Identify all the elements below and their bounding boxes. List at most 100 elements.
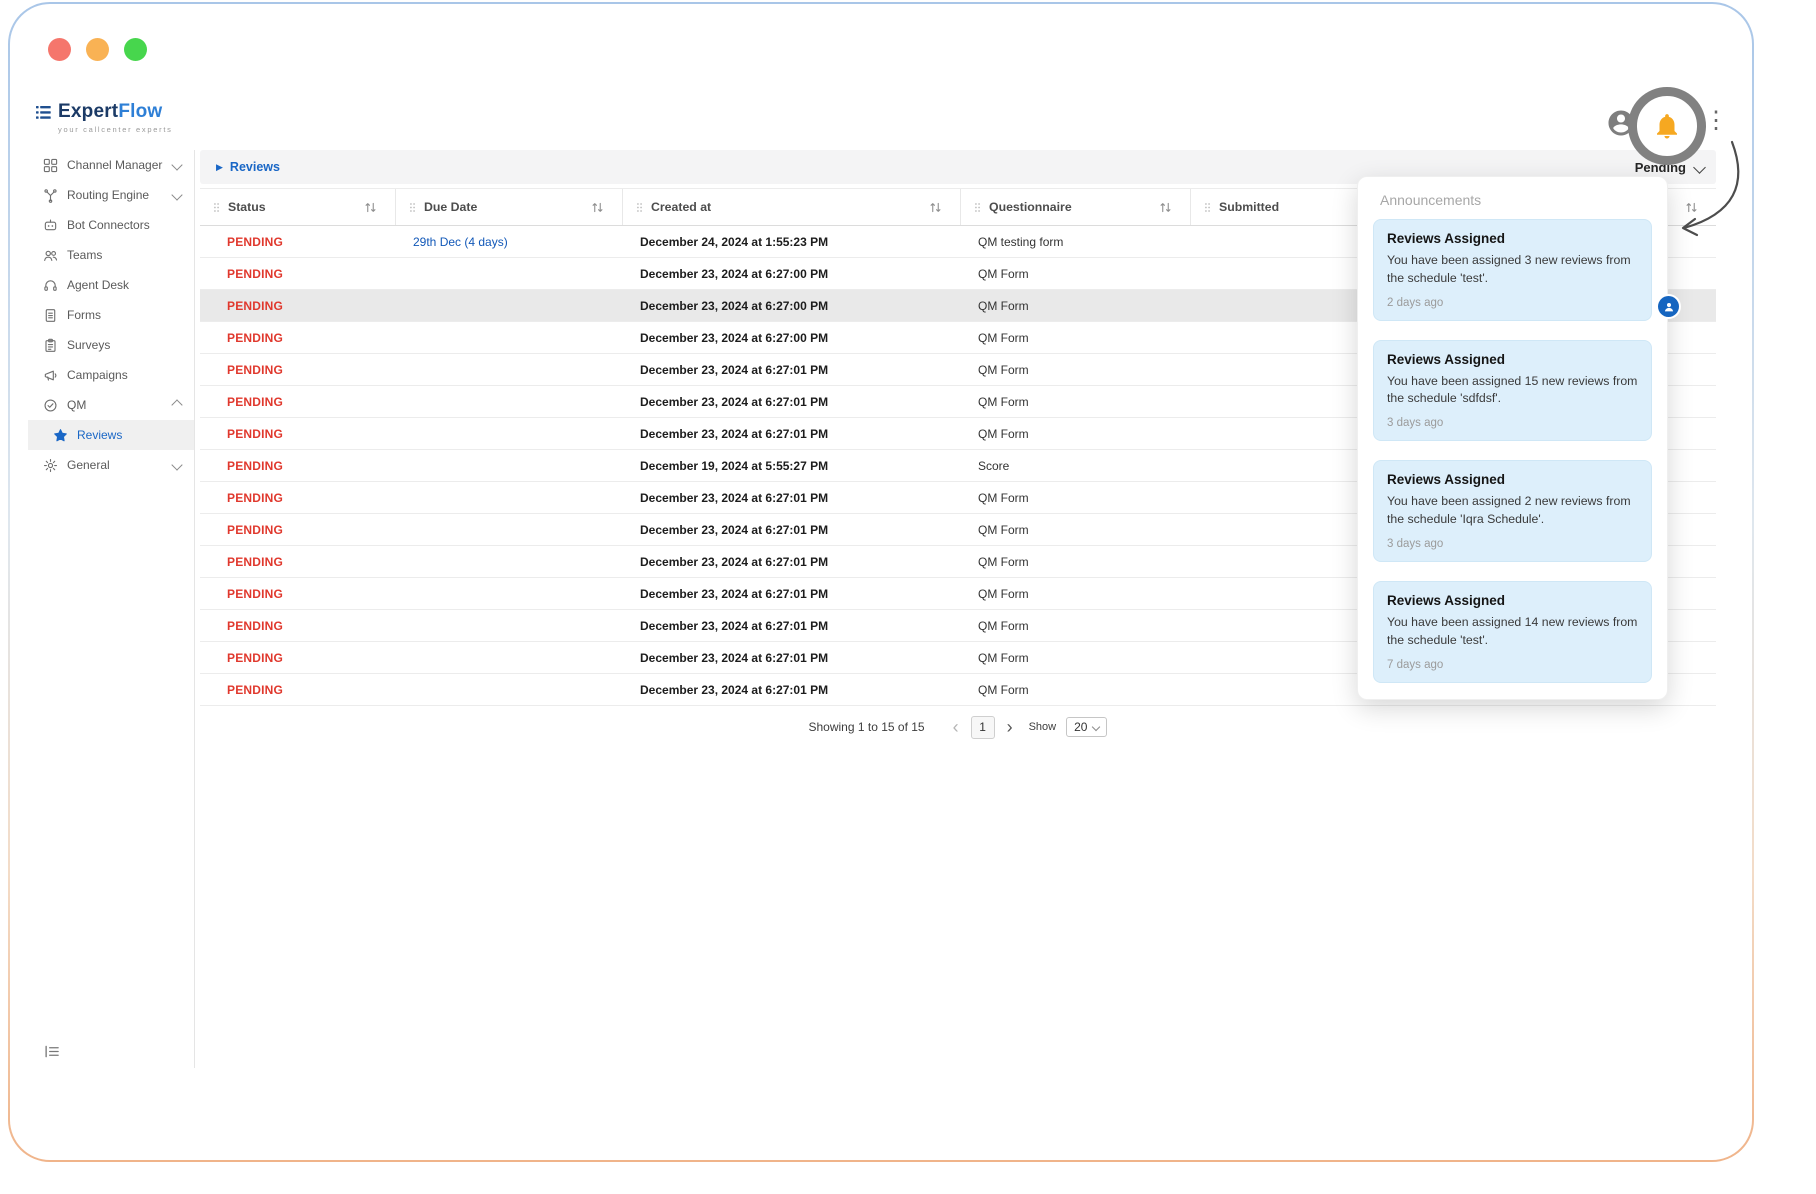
sidebar-nav: Channel Manager Routing Engine Bot Connect… — [28, 150, 194, 480]
column-header-created-at[interactable]: Created at — [622, 189, 960, 225]
status-badge: PENDING — [227, 235, 283, 249]
maximize-button[interactable] — [124, 38, 147, 61]
status-badge: PENDING — [227, 459, 283, 473]
sidebar-item-general[interactable]: General — [28, 450, 194, 480]
kebab-menu-icon[interactable]: ⋮ — [1704, 106, 1728, 136]
questionnaire-value: QM Form — [978, 299, 1029, 313]
prev-page-button[interactable]: ‹ — [951, 717, 961, 738]
clipboard-icon — [43, 338, 58, 353]
questionnaire-value: QM Form — [978, 363, 1029, 377]
sidebar-item-routing-engine[interactable]: Routing Engine — [28, 180, 194, 210]
status-badge: PENDING — [227, 267, 283, 281]
sort-icon[interactable] — [1685, 202, 1698, 213]
sidebar-item-label: Routing Engine — [67, 188, 149, 202]
status-badge: PENDING — [227, 299, 283, 313]
questionnaire-value: QM Form — [978, 587, 1029, 601]
created-at-value: December 23, 2024 at 6:27:01 PM — [640, 427, 828, 441]
star-icon — [53, 428, 68, 443]
announcement-time: 3 days ago — [1387, 417, 1638, 429]
row-avatar-badge[interactable] — [1658, 296, 1679, 317]
drag-handle-icon[interactable] — [974, 202, 981, 213]
column-label: Created at — [651, 200, 711, 214]
status-badge: PENDING — [227, 427, 283, 441]
sidebar-item-label: QM — [67, 398, 86, 412]
breadcrumb[interactable]: ▶ Reviews — [216, 150, 280, 184]
notifications-bell-button[interactable] — [1650, 109, 1684, 143]
pagination: Showing 1 to 15 of 15 ‹ 1 › Show 20 — [200, 712, 1716, 742]
page-size-value: 20 — [1074, 720, 1087, 734]
column-label: Submitted — [1219, 200, 1279, 214]
check-circle-icon — [43, 398, 58, 413]
created-at-value: December 23, 2024 at 6:27:01 PM — [640, 491, 828, 505]
questionnaire-value: QM Form — [978, 395, 1029, 409]
next-page-button[interactable]: › — [1005, 717, 1015, 738]
column-header-due-date[interactable]: Due Date — [395, 189, 622, 225]
users-icon — [43, 248, 58, 263]
minimize-button[interactable] — [86, 38, 109, 61]
sidebar-item-label: Campaigns — [67, 368, 128, 382]
announcement-body: You have been assigned 14 new reviews fr… — [1387, 614, 1638, 650]
file-icon — [43, 308, 58, 323]
announcement-card[interactable]: Reviews AssignedYou have been assigned 1… — [1373, 340, 1652, 442]
sidebar-item-label: Agent Desk — [67, 278, 129, 292]
sidebar-item-forms[interactable]: Forms — [28, 300, 194, 330]
chevron-down-icon — [171, 189, 182, 200]
brand-tagline: your callcenter experts — [58, 125, 173, 134]
sidebar-item-surveys[interactable]: Surveys — [28, 330, 194, 360]
created-at-value: December 23, 2024 at 6:27:01 PM — [640, 555, 828, 569]
close-button[interactable] — [48, 38, 71, 61]
column-label: Status — [228, 200, 266, 214]
created-at-value: December 23, 2024 at 6:27:01 PM — [640, 363, 828, 377]
sidebar: Channel Manager Routing Engine Bot Connect… — [28, 150, 195, 1068]
sidebar-item-reviews[interactable]: Reviews — [28, 420, 194, 450]
desk-icon — [43, 278, 58, 293]
sidebar-item-teams[interactable]: Teams — [28, 240, 194, 270]
questionnaire-value: QM testing form — [978, 235, 1063, 249]
created-at-value: December 23, 2024 at 6:27:00 PM — [640, 267, 828, 281]
column-label: Due Date — [424, 200, 477, 214]
drag-handle-icon[interactable] — [213, 202, 220, 213]
breadcrumb-arrow-icon: ▶ — [216, 162, 223, 173]
brand-name: ExpertFlow — [58, 101, 162, 122]
status-badge: PENDING — [227, 331, 283, 345]
page-size-select[interactable]: 20 — [1066, 717, 1107, 737]
sidebar-item-agent-desk[interactable]: Agent Desk — [28, 270, 194, 300]
sort-icon[interactable] — [591, 202, 604, 213]
drag-handle-icon[interactable] — [1204, 202, 1211, 213]
status-badge: PENDING — [227, 619, 283, 633]
announcement-title: Reviews Assigned — [1387, 231, 1638, 246]
sidebar-item-bot-connectors[interactable]: Bot Connectors — [28, 210, 194, 240]
sidebar-item-channel-manager[interactable]: Channel Manager — [28, 150, 194, 180]
sidebar-item-qm[interactable]: QM — [28, 390, 194, 420]
drag-handle-icon[interactable] — [636, 202, 643, 213]
created-at-value: December 23, 2024 at 6:27:01 PM — [640, 523, 828, 537]
status-badge: PENDING — [227, 555, 283, 569]
sidebar-item-campaigns[interactable]: Campaigns — [28, 360, 194, 390]
announcement-body: You have been assigned 2 new reviews fro… — [1387, 493, 1638, 529]
column-header-questionnaire[interactable]: Questionnaire — [960, 189, 1190, 225]
pagination-summary: Showing 1 to 15 of 15 — [809, 720, 925, 734]
created-at-value: December 23, 2024 at 6:27:00 PM — [640, 299, 828, 313]
announcement-card[interactable]: Reviews AssignedYou have been assigned 1… — [1373, 581, 1652, 683]
drag-handle-icon[interactable] — [409, 202, 416, 213]
announcement-card[interactable]: Reviews AssignedYou have been assigned 3… — [1373, 219, 1652, 321]
chevron-up-icon — [171, 399, 182, 410]
questionnaire-value: Score — [978, 459, 1009, 473]
created-at-value: December 23, 2024 at 6:27:01 PM — [640, 395, 828, 409]
sidebar-collapse-icon[interactable] — [44, 1044, 61, 1064]
sidebar-item-label: Channel Manager — [67, 158, 162, 172]
sort-icon[interactable] — [929, 202, 942, 213]
sort-icon[interactable] — [1159, 202, 1172, 213]
column-header-status[interactable]: Status — [200, 189, 395, 225]
sort-icon[interactable] — [364, 202, 377, 213]
status-badge: PENDING — [227, 491, 283, 505]
person-icon — [1663, 301, 1675, 313]
due-date-link[interactable]: 29th Dec (4 days) — [413, 235, 508, 249]
chevron-down-icon — [171, 159, 182, 170]
show-label: Show — [1029, 721, 1057, 733]
sidebar-item-label: Surveys — [67, 338, 110, 352]
current-page-button[interactable]: 1 — [971, 716, 995, 739]
announcements-panel: Announcements Reviews AssignedYou have b… — [1357, 176, 1668, 700]
logo-mark-icon — [36, 105, 51, 125]
announcement-card[interactable]: Reviews AssignedYou have been assigned 2… — [1373, 460, 1652, 562]
